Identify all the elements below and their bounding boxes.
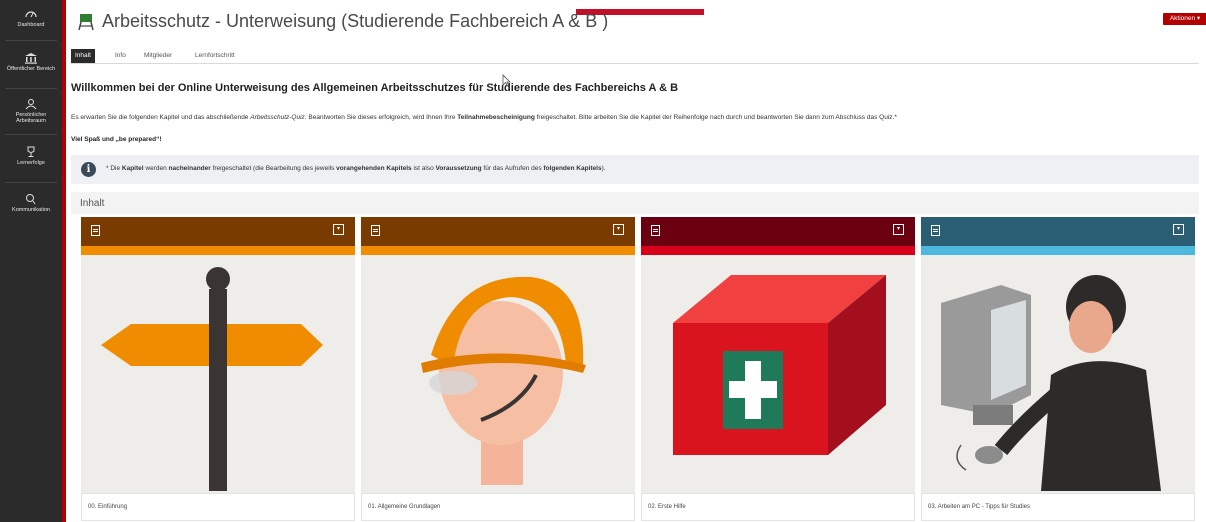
page-title: Arbeitsschutz - Unterweisung (Studierend… bbox=[102, 11, 609, 31]
tile-stripe bbox=[361, 246, 635, 255]
content-section-header: Inhalt bbox=[71, 192, 1199, 214]
sidebar-divider bbox=[5, 40, 57, 41]
chapter-tile-2[interactable]: ▾ 02. Erste Hilfe bbox=[641, 217, 915, 521]
info-icon: i bbox=[81, 162, 96, 177]
sidebar-accent-line bbox=[62, 0, 66, 522]
document-icon bbox=[651, 225, 660, 236]
chevron-down-icon[interactable]: ▾ bbox=[893, 224, 904, 235]
tab-mitglieder[interactable]: Mitglieder bbox=[144, 49, 172, 63]
chapter-tile-3[interactable]: ▾ 03. Arbeiten am PC - Tipps für Studies bbox=[921, 217, 1195, 521]
tile-header: ▾ bbox=[641, 217, 915, 246]
course-icon bbox=[78, 14, 94, 31]
sidebar-item-label: Dashboard bbox=[17, 22, 45, 28]
dashboard-icon bbox=[25, 11, 37, 18]
tile-caption: 02. Erste Hilfe bbox=[648, 504, 686, 510]
mouse-cursor-icon bbox=[502, 74, 511, 87]
tile-footer: 00. Einführung bbox=[81, 493, 355, 521]
chevron-down-icon[interactable]: ▾ bbox=[1173, 224, 1184, 235]
first-aid-icon bbox=[641, 255, 915, 491]
sidebar-item-label: Lernerfolge bbox=[17, 160, 45, 166]
info-text: * Die Kapitel werden nacheinander freige… bbox=[106, 165, 606, 172]
tile-caption: 03. Arbeiten am PC - Tipps für Studies bbox=[928, 504, 1031, 510]
tab-lernfortschritt[interactable]: Lernfortschritt bbox=[195, 49, 235, 63]
intro-text: Es erwarten Sie die folgenden Kapitel un… bbox=[71, 114, 897, 121]
sidebar-item-label: Persönlicher Arbeitsraum bbox=[15, 112, 47, 124]
sidebar-item-public-area[interactable]: Öffentlicher Bereich bbox=[5, 52, 57, 72]
trophy-icon bbox=[27, 146, 35, 157]
institution-icon bbox=[25, 53, 37, 64]
tile-header: ▾ bbox=[81, 217, 355, 246]
signpost-icon bbox=[81, 255, 355, 491]
tile-stripe bbox=[921, 246, 1195, 255]
sidebar-item-label: Öffentlicher Bereich bbox=[6, 66, 56, 72]
document-icon bbox=[371, 225, 380, 236]
chevron-down-icon[interactable]: ▾ bbox=[613, 224, 624, 235]
actions-button[interactable]: Aktionen ▾ bbox=[1163, 13, 1206, 25]
tile-footer: 03. Arbeiten am PC - Tipps für Studies bbox=[921, 493, 1195, 521]
chapter-tile-1[interactable]: ▾ 01. Allgemeine Grundlagen bbox=[361, 217, 635, 521]
tile-footer: 02. Erste Hilfe bbox=[641, 493, 915, 521]
section-title: Inhalt bbox=[80, 198, 105, 209]
sidebar-divider bbox=[5, 182, 57, 183]
tile-stripe bbox=[641, 246, 915, 255]
tile-footer: 01. Allgemeine Grundlagen bbox=[361, 493, 635, 521]
chevron-down-icon[interactable]: ▾ bbox=[333, 224, 344, 235]
tile-stripe bbox=[81, 246, 355, 255]
tab-divider bbox=[71, 63, 1199, 64]
document-icon bbox=[91, 225, 100, 236]
motto-text: Viel Spaß und „be prepared“! bbox=[71, 136, 162, 143]
tab-info[interactable]: Info bbox=[115, 49, 126, 63]
sidebar-divider bbox=[5, 88, 57, 89]
sidebar-item-label: Kommunikation bbox=[12, 207, 50, 213]
sidebar-item-dashboard[interactable]: Dashboard bbox=[5, 8, 57, 28]
computer-user-icon bbox=[921, 255, 1195, 491]
sidebar-item-achievements[interactable]: Lernerfolge bbox=[5, 146, 57, 166]
tile-header: ▾ bbox=[921, 217, 1195, 246]
chat-icon bbox=[26, 194, 36, 205]
sidebar-divider bbox=[5, 134, 57, 135]
chapter-tile-0[interactable]: ▾ 00. Einführung bbox=[81, 217, 355, 521]
info-box: i * Die Kapitel werden nacheinander frei… bbox=[71, 155, 1199, 184]
welcome-heading: Willkommen bei der Online Unterweisung d… bbox=[71, 82, 679, 94]
hardhat-icon bbox=[361, 255, 635, 491]
tile-header: ▾ bbox=[361, 217, 635, 246]
tile-caption: 01. Allgemeine Grundlagen bbox=[368, 504, 441, 510]
person-icon bbox=[25, 99, 37, 110]
sidebar-item-personal-workspace[interactable]: Persönlicher Arbeitsraum bbox=[5, 98, 57, 124]
tab-inhalt[interactable]: Inhalt bbox=[71, 49, 95, 63]
sidebar: Dashboard Öffentlicher Bereich Persönlic… bbox=[0, 0, 62, 522]
document-icon bbox=[931, 225, 940, 236]
sidebar-item-communication[interactable]: Kommunikation bbox=[5, 193, 57, 213]
tile-caption: 00. Einführung bbox=[88, 504, 128, 510]
